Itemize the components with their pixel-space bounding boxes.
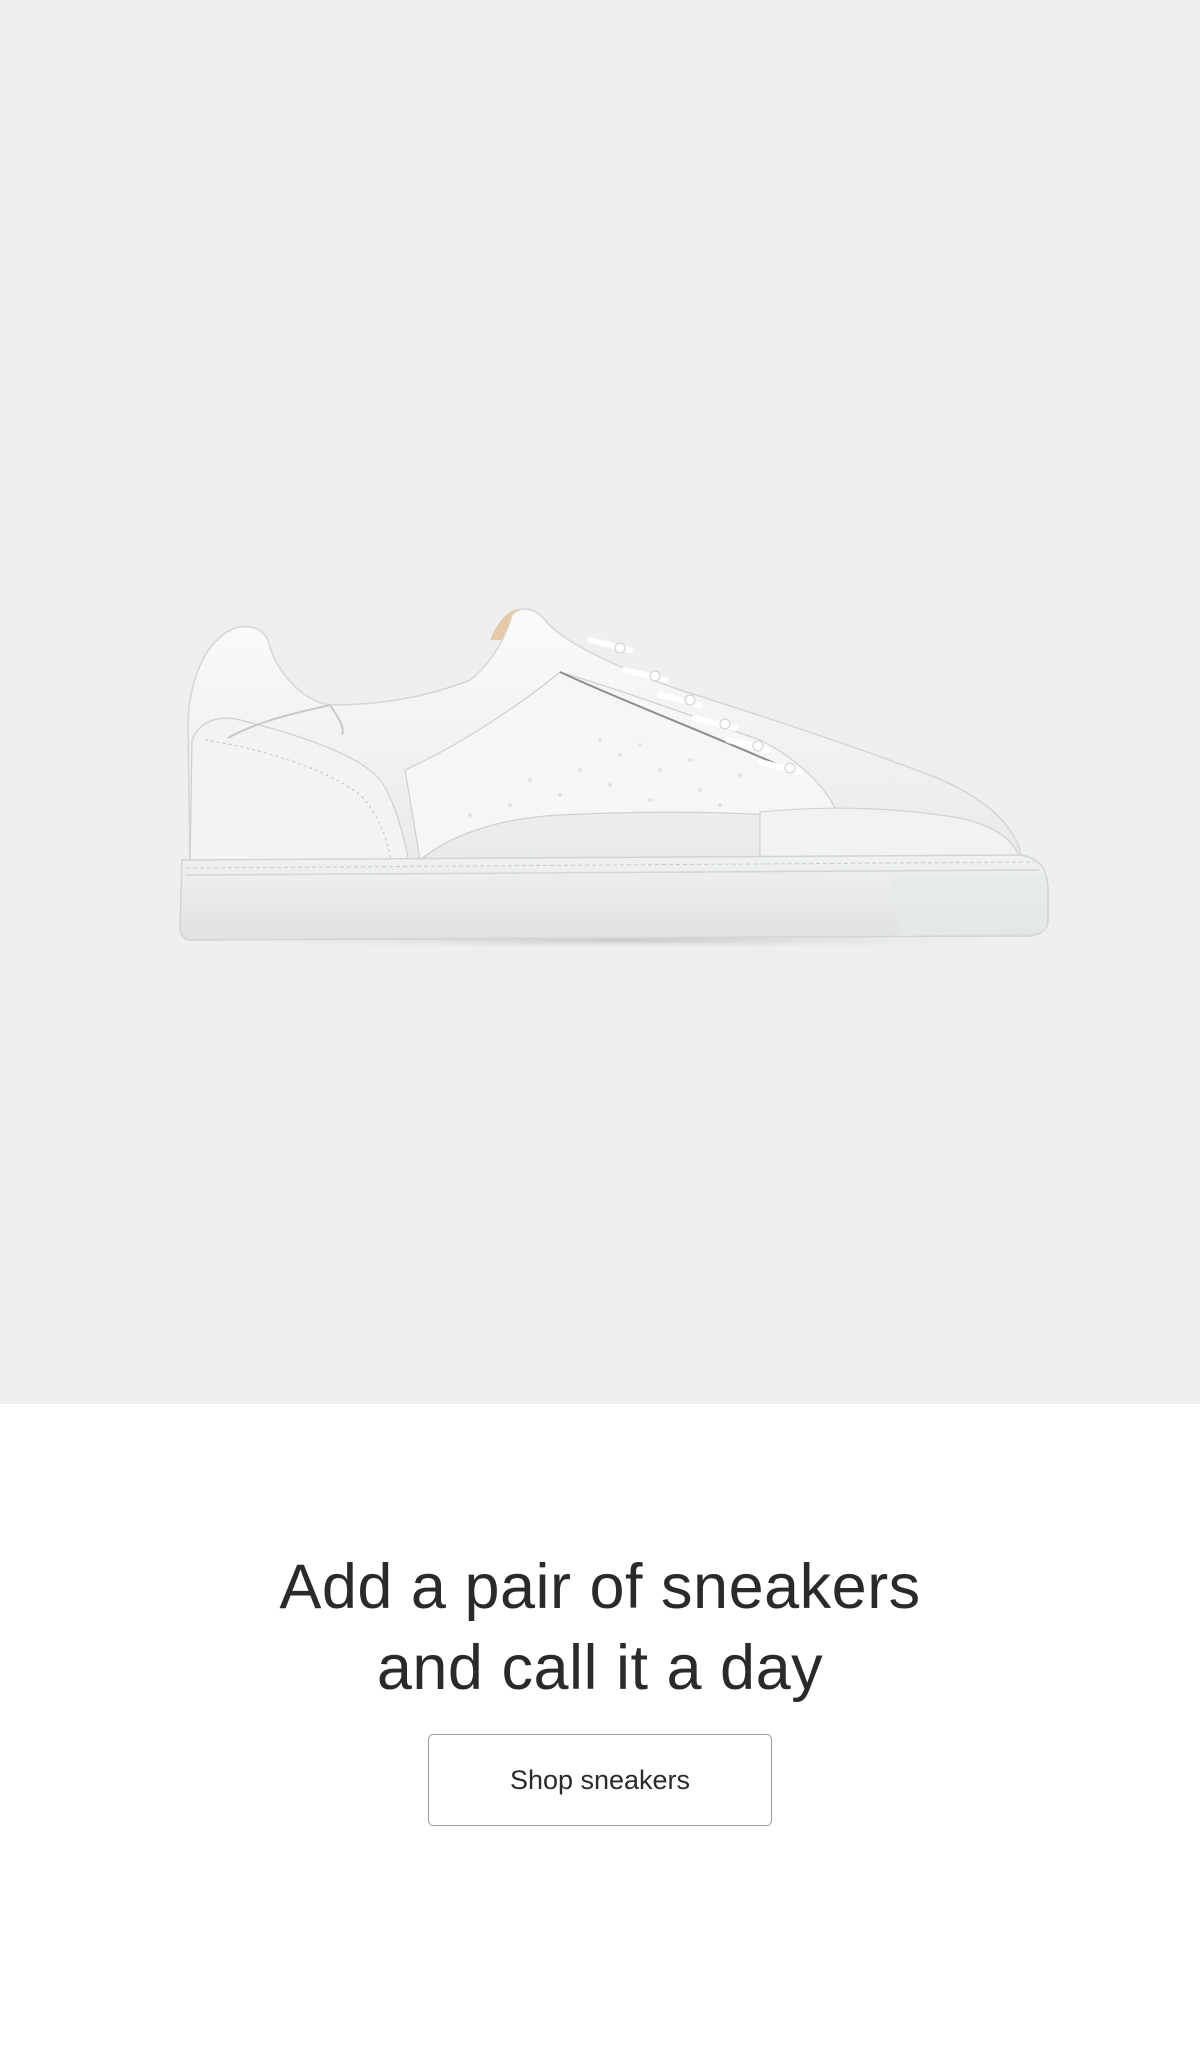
hero-image [0,0,1200,1404]
shop-sneakers-button[interactable]: Shop sneakers [428,1734,772,1826]
promo-headline: Add a pair of sneakers and call it a day [0,1547,1200,1709]
sneaker-image [179,608,1060,950]
promo-page: Add a pair of sneakers and call it a day… [0,0,1200,2064]
headline-line-1: Add a pair of sneakers [279,1552,921,1623]
headline-line-2: and call it a day [376,1633,824,1704]
